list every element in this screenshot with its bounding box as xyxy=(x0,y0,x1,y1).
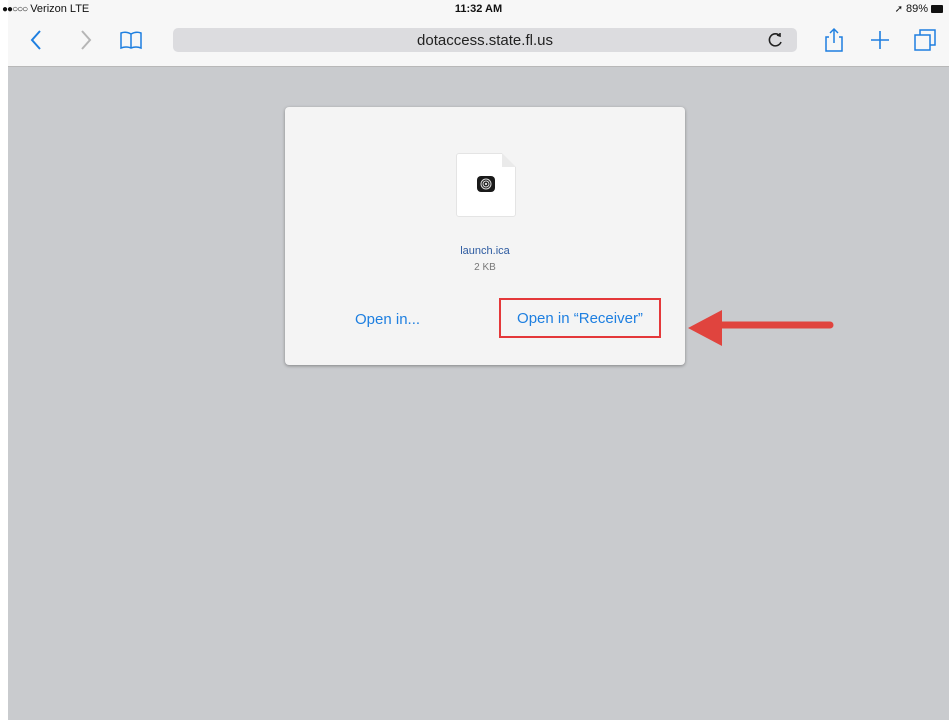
receiver-app-icon xyxy=(477,176,495,192)
battery-icon xyxy=(931,5,943,13)
new-tab-icon xyxy=(871,31,889,49)
file-icon xyxy=(456,153,516,217)
share-button[interactable] xyxy=(822,27,846,52)
tabs-button[interactable] xyxy=(913,28,937,52)
browser-chrome: ●●○○○ Verizon LTE 11:32 AM ➚ 89% dotacce… xyxy=(2,0,949,67)
forward-button[interactable] xyxy=(74,28,98,52)
bookmarks-icon xyxy=(120,31,142,50)
file-fold xyxy=(502,153,516,167)
back-button[interactable] xyxy=(24,28,48,52)
safari-window: ●●○○○ Verizon LTE 11:32 AM ➚ 89% dotacce… xyxy=(2,0,949,720)
forward-icon xyxy=(81,30,92,50)
reload-icon xyxy=(768,33,782,47)
location-icon: ➚ xyxy=(894,3,903,15)
open-in-receiver-button[interactable]: Open in “Receiver” xyxy=(499,298,661,338)
tabs-icon xyxy=(914,29,936,51)
address-bar[interactable]: dotaccess.state.fl.us xyxy=(173,28,797,52)
url-text: dotaccess.state.fl.us xyxy=(417,31,553,49)
status-time: 11:32 AM xyxy=(454,3,503,15)
open-in-dialog: launch.ica 2 KB Open in... Open in “Rece… xyxy=(285,107,685,365)
file-name: launch.ica xyxy=(460,245,510,257)
callout-arrow-icon xyxy=(688,310,834,346)
open-in-button[interactable]: Open in... xyxy=(355,311,420,328)
new-tab-button[interactable] xyxy=(868,28,892,52)
file-size: 2 KB xyxy=(474,262,496,273)
back-icon xyxy=(30,30,41,50)
battery-percent: 89% xyxy=(905,3,928,15)
battery-status: ➚ 89% xyxy=(895,3,943,15)
status-bar: ●●○○○ Verizon LTE 11:32 AM ➚ 89% xyxy=(2,0,949,20)
reload-button[interactable] xyxy=(767,31,785,49)
open-in-receiver-label: Open in “Receiver” xyxy=(517,309,643,327)
share-icon xyxy=(825,27,843,52)
bookmarks-button[interactable] xyxy=(119,28,143,52)
browser-toolbar: dotaccess.state.fl.us xyxy=(8,22,949,62)
